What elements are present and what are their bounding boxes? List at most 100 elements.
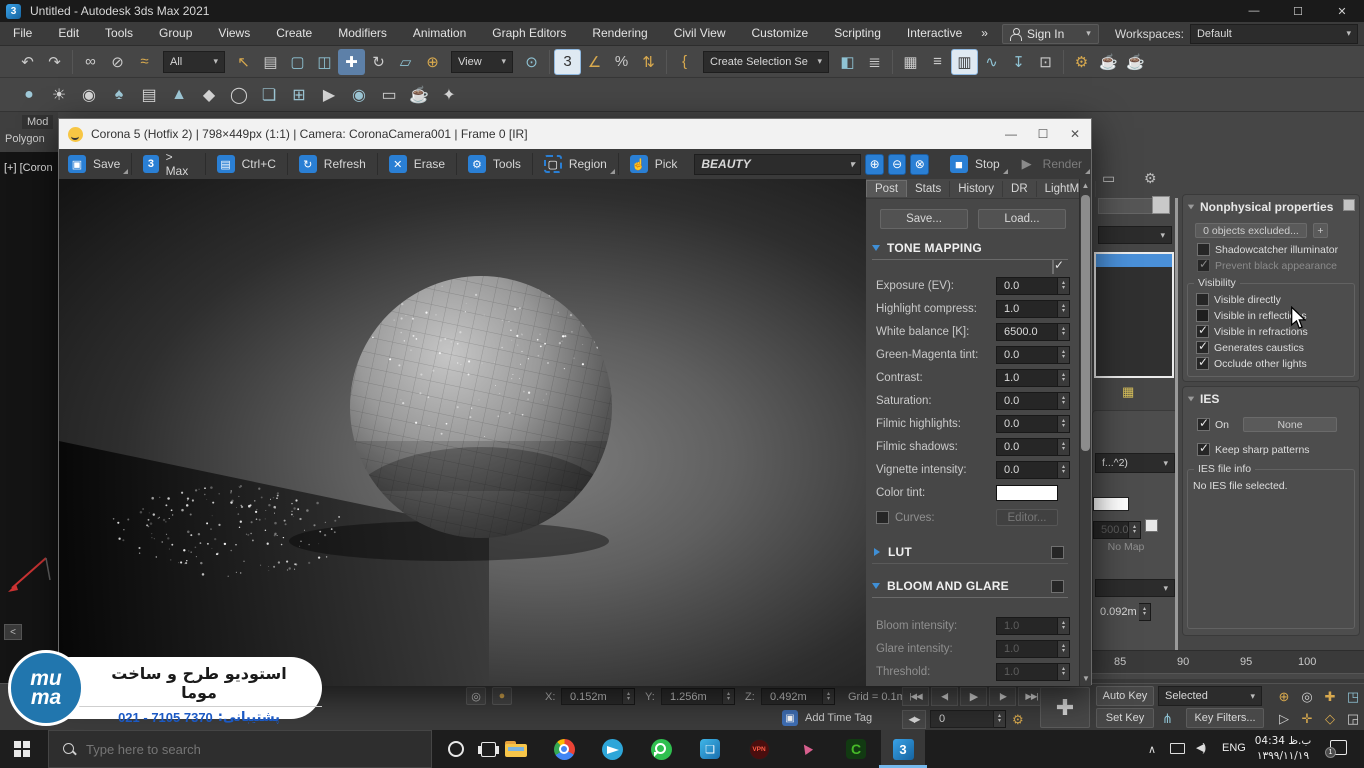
snap-toggle-icon[interactable]: 3 (554, 49, 581, 75)
zoom-all-icon[interactable]: ✚ (1320, 687, 1340, 706)
align-icon[interactable]: ≣ (861, 49, 888, 75)
contrast-spinner[interactable]: 1.0 (996, 369, 1070, 387)
angle-snap-icon[interactable]: ∠ (581, 49, 608, 75)
zoom-region-icon[interactable]: ◳ (1343, 687, 1363, 706)
render-production-icon[interactable]: ☕ (1122, 49, 1149, 75)
objects-excluded-button[interactable]: 0 objects excluded... (1195, 223, 1307, 238)
backdrop-icon[interactable]: ▭ (374, 81, 404, 108)
set-keys-button[interactable]: ✚ (1040, 687, 1090, 728)
search-input[interactable] (86, 742, 386, 757)
bloom-glare-header[interactable]: BLOOM AND GLARE (872, 579, 1070, 593)
autogrid-icon[interactable]: ⊞ (284, 81, 314, 108)
vfb-zoom-in-button[interactable]: ⊕ (865, 154, 884, 175)
tone-mapping-header[interactable]: TONE MAPPING (872, 241, 1072, 255)
highlight-compress-spinner[interactable]: 1.0 (996, 300, 1070, 318)
nonphysical-header[interactable]: Nonphysical properties (1187, 200, 1333, 214)
file-explorer-icon[interactable] (494, 730, 538, 768)
partial-swatch[interactable] (1152, 196, 1170, 214)
vfb-pick-button[interactable]: ☝ Pick (621, 152, 687, 176)
tone-mapping-checkbox[interactable] (1052, 260, 1054, 274)
scrollbar-thumb[interactable] (1081, 195, 1090, 451)
timeline-scroll-left-button[interactable]: < (4, 624, 22, 640)
ies-on-checkbox[interactable] (1197, 418, 1210, 431)
color-tint-swatch[interactable] (996, 485, 1058, 501)
scroll-down-icon[interactable]: ▼ (1080, 672, 1092, 686)
bind-spacewarp-icon[interactable]: ≈ (131, 49, 158, 75)
vfb-erase-button[interactable]: ✕ Erase (380, 152, 454, 176)
key-selection-dropdown[interactable]: Selected ▾ (1158, 686, 1262, 706)
scene-explorer-icon[interactable]: ▦ (897, 49, 924, 75)
vfb-titlebar[interactable]: Corona 5 (Hotfix 2) | 798×449px (1:1) | … (59, 119, 1091, 149)
menu-overflow-icon[interactable]: » (975, 22, 994, 45)
add-excluded-button[interactable]: + (1313, 223, 1328, 238)
visible-refractions-row[interactable]: Visible in refractions (1196, 325, 1354, 338)
menu-civil-view[interactable]: Civil View (661, 22, 739, 45)
pan-icon[interactable]: ✛ (1297, 709, 1317, 728)
workspaces-dropdown[interactable]: Default ▾ (1190, 24, 1358, 44)
texmap-checkbox[interactable] (1145, 519, 1158, 532)
notes-app-icon[interactable]: ❏ (688, 730, 732, 768)
command-panel-scrollbar[interactable] (1175, 198, 1178, 654)
sign-in-dropdown[interactable]: Sign In ▾ (1002, 24, 1099, 44)
visible-reflections-checkbox[interactable] (1196, 309, 1209, 322)
corona-camera-icon[interactable]: ◉ (74, 81, 104, 108)
vfb-zoom-out-button[interactable]: ⊖ (888, 154, 907, 175)
teapot-icon[interactable]: ☕ (404, 81, 434, 108)
percent-snap-icon[interactable]: % (608, 49, 635, 75)
menu-scripting[interactable]: Scripting (821, 22, 894, 45)
rect-selection-region-icon[interactable]: ▢ (284, 49, 311, 75)
vfb-to-max-button[interactable]: 3 > Max (134, 152, 202, 176)
whatsapp-icon[interactable] (639, 730, 683, 768)
select-by-name-icon[interactable]: ▤ (257, 49, 284, 75)
light-color-swatch[interactable] (1093, 497, 1129, 511)
visible-refractions-checkbox[interactable] (1196, 325, 1209, 338)
track-bar[interactable]: 85 90 95 100 (1092, 650, 1364, 683)
notification-center-icon[interactable]: 1 (1330, 740, 1347, 755)
vfb-zoom-fit-button[interactable]: ⊗ (910, 154, 929, 175)
no-map-button[interactable]: No Map (1095, 541, 1157, 555)
shadowcatcher-checkbox[interactable] (1197, 243, 1210, 256)
network-icon[interactable] (1170, 743, 1185, 754)
y-coordinate-spinner[interactable]: 1.256m (661, 688, 735, 705)
keep-sharp-row[interactable]: Keep sharp patterns (1197, 443, 1310, 456)
set-key-mode-icon[interactable]: ⋔ (1162, 711, 1173, 727)
vfb-minimize-button[interactable]: — (995, 119, 1027, 149)
filmic-shadows-spinner[interactable]: 0.0 (996, 438, 1070, 456)
undo-icon[interactable]: ↶ (14, 49, 41, 75)
tab-post[interactable]: Post (866, 180, 907, 197)
zoom-extents-icon[interactable]: ⊕ (1274, 687, 1294, 706)
menu-file[interactable]: File (0, 22, 45, 45)
menu-tools[interactable]: Tools (92, 22, 146, 45)
utilities-wrench-icon[interactable]: ⚙ (1144, 170, 1157, 187)
time-configuration-icon[interactable]: ⚙ (1012, 712, 1024, 728)
shadowcatcher-row[interactable]: Shadowcatcher illuminator (1197, 243, 1338, 256)
keep-sharp-checkbox[interactable] (1197, 443, 1210, 456)
vfb-render-button[interactable]: ▶ Render (1009, 152, 1091, 176)
corona-sun-icon[interactable]: ☀ (44, 81, 74, 108)
modifier-stack-list[interactable] (1094, 252, 1174, 378)
key-step-toggle[interactable]: ◀▶ (902, 710, 926, 729)
start-button[interactable] (0, 730, 44, 768)
viewport-label[interactable]: [+] [Coron (4, 162, 53, 174)
named-selection-sets-icon[interactable]: { (671, 49, 698, 75)
next-frame-button[interactable]: |▶ (989, 687, 1016, 706)
select-object-icon[interactable]: ↖ (230, 49, 257, 75)
isolate-selection-icon[interactable]: ◎ (466, 687, 486, 705)
menu-modifiers[interactable]: Modifiers (325, 22, 400, 45)
corona-ring-icon[interactable]: ◯ (224, 81, 254, 108)
set-key-button[interactable]: Set Key (1096, 708, 1154, 728)
visible-reflections-row[interactable]: Visible in reflections (1196, 309, 1354, 322)
visible-directly-checkbox[interactable] (1196, 293, 1209, 306)
layer-explorer-icon[interactable]: ≡ (924, 49, 951, 75)
menu-create[interactable]: Create (263, 22, 325, 45)
chrome-icon[interactable] (542, 730, 586, 768)
ies-on-row[interactable]: On None (1197, 417, 1337, 432)
selection-lock-icon[interactable]: ● (492, 687, 512, 705)
light-lister-icon[interactable]: ▤ (134, 81, 164, 108)
partial-button[interactable] (1098, 198, 1156, 214)
menu-rendering[interactable]: Rendering (579, 22, 660, 45)
select-rotate-icon[interactable]: ↻ (365, 49, 392, 75)
select-place-icon[interactable]: ⊕ (419, 49, 446, 75)
schematic-view-icon[interactable]: ↧ (1005, 49, 1032, 75)
material-editor-icon[interactable]: ⊡ (1032, 49, 1059, 75)
